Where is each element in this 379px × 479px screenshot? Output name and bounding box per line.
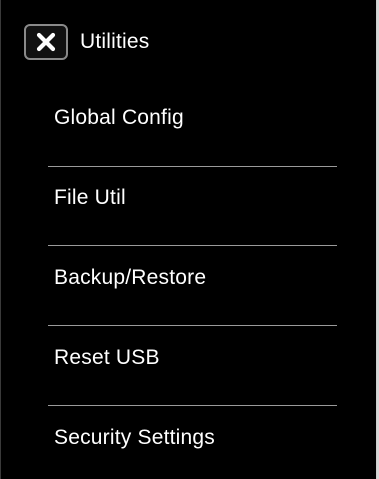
menu-item-file-util[interactable]: File Util — [1, 158, 378, 238]
menu-item-label: Backup/Restore — [54, 266, 207, 289]
menu-item-reset-usb[interactable]: Reset USB — [1, 318, 378, 398]
close-button[interactable] — [24, 24, 68, 60]
utilities-panel: Utilities Global Config File Util Backup… — [0, 0, 377, 479]
panel-title: Utilities — [80, 30, 150, 53]
menu-item-label: Security Settings — [54, 426, 215, 449]
menu-item-label: Global Config — [54, 106, 184, 129]
menu-divider — [48, 405, 337, 406]
menu-item-security-settings[interactable]: Security Settings — [1, 398, 378, 478]
menu-divider — [48, 325, 337, 326]
menu-item-backup-restore[interactable]: Backup/Restore — [1, 238, 378, 318]
menu-item-global-config[interactable]: Global Config — [1, 78, 378, 158]
panel-header: Utilities — [24, 23, 149, 61]
menu-divider — [48, 245, 337, 246]
menu-divider — [48, 166, 337, 167]
menu-item-label: Reset USB — [54, 346, 160, 369]
menu-item-label: File Util — [54, 186, 126, 209]
utilities-menu: Global Config File Util Backup/Restore R… — [1, 78, 378, 478]
close-icon — [36, 32, 56, 52]
